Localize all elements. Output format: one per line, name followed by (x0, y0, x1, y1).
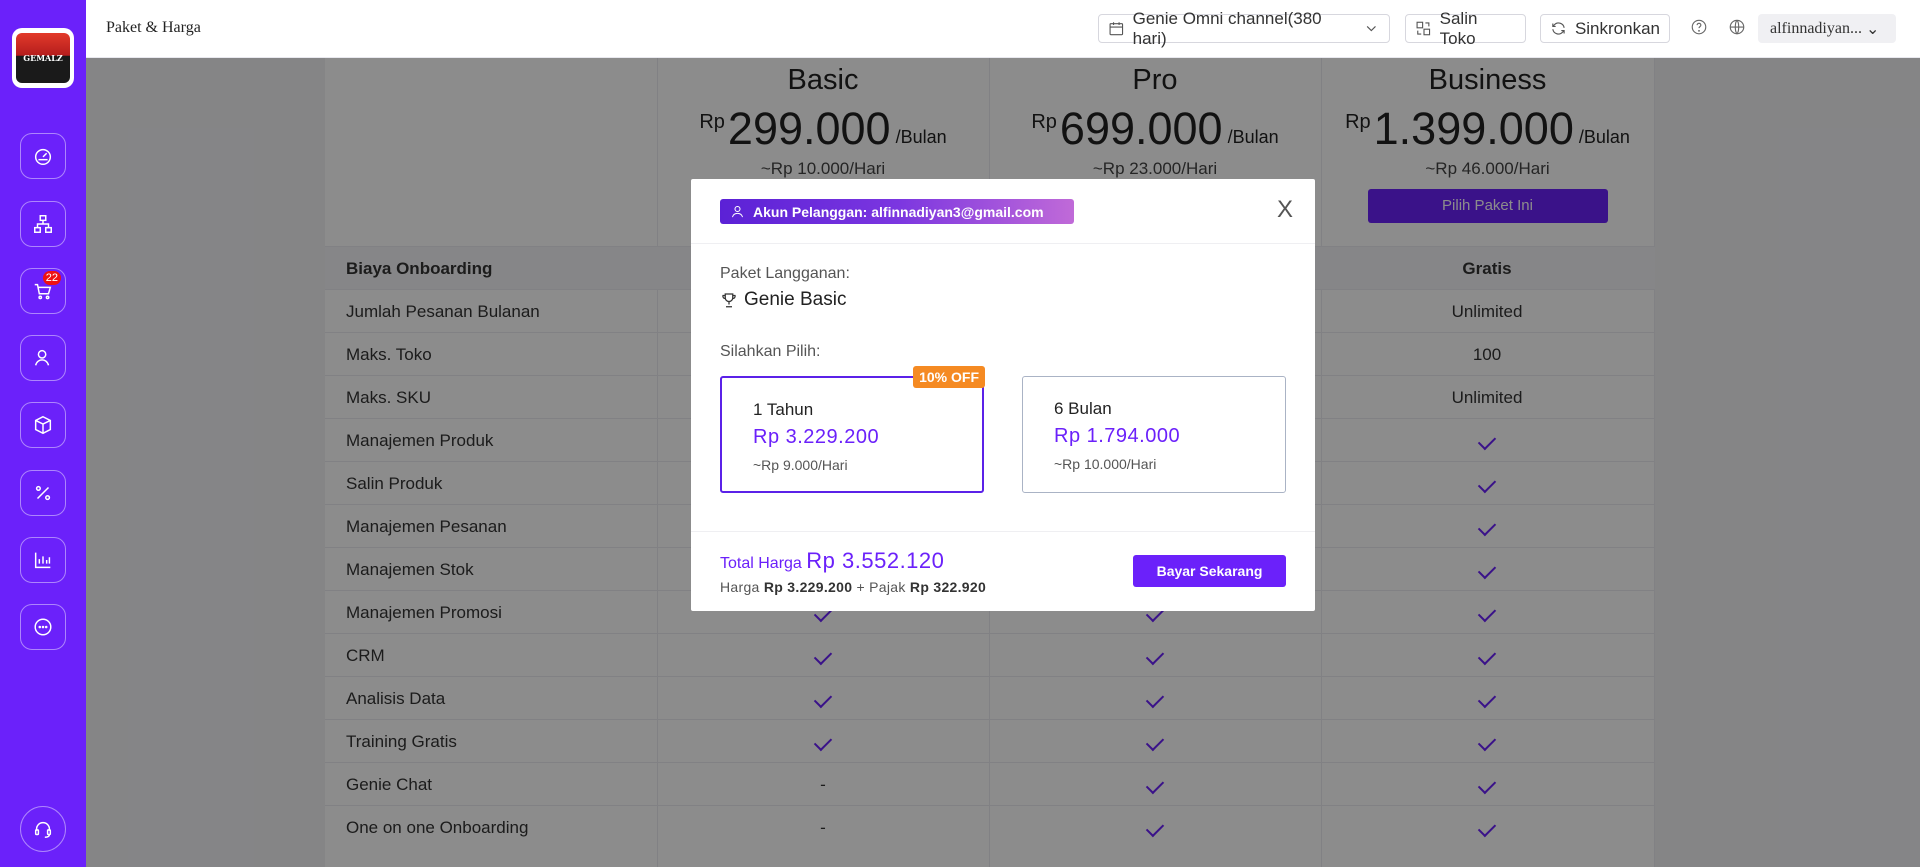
subscription-modal: Akun Pelanggan: alfinnadiyan3@gmail.com … (691, 179, 1315, 611)
price-value: Rp 3.229.200 (763, 579, 853, 595)
nav-structure[interactable] (20, 201, 66, 247)
nav-support[interactable] (20, 806, 66, 852)
user-icon (34, 349, 50, 366)
nav-promotions[interactable] (20, 470, 66, 516)
pay-now-button[interactable]: Bayar Sekarang (1133, 555, 1286, 587)
page-title: Paket & Harga (106, 19, 201, 36)
chat-icon (34, 618, 52, 636)
modal-header: Akun Pelanggan: alfinnadiyan3@gmail.com … (691, 179, 1315, 244)
modal-footer: Total Harga Rp 3.552.120 Harga Rp 3.229.… (691, 531, 1315, 611)
option-price: Rp 1.794.000 (1054, 425, 1181, 447)
calendar-icon (1109, 22, 1124, 36)
cart-count-badge: 22 (42, 271, 61, 285)
customer-account-label: Akun Pelanggan: alfinnadiyan3@gmail.com (753, 203, 1044, 220)
plus-sign: + (856, 579, 865, 595)
option-daily-price: ~Rp 10.000/Hari (1054, 456, 1157, 472)
price-label: Harga (720, 579, 760, 595)
discount-badge: 10% OFF (913, 366, 985, 388)
help-button[interactable] (1690, 18, 1710, 38)
globe-icon (1729, 19, 1745, 35)
tax-label: Pajak (869, 579, 906, 595)
user-menu[interactable]: alfinnadiyan... ⌄ (1758, 14, 1896, 43)
copy-shop-icon (1416, 21, 1431, 36)
option-6-months[interactable]: 6 Bulan Rp 1.794.000 ~Rp 10.000/Hari (1022, 376, 1286, 493)
total-label: Total Harga (720, 555, 802, 572)
sync-button[interactable]: Sinkronkan (1540, 14, 1670, 43)
copy-shop-button[interactable]: Salin Toko (1405, 9, 1526, 48)
nav-products[interactable] (20, 402, 66, 448)
option-price: Rp 3.229.200 (753, 426, 880, 448)
trophy-icon (722, 293, 736, 308)
choose-label: Silahkan Pilih: (720, 343, 821, 360)
price-breakdown: Harga Rp 3.229.200 + Pajak Rp 322.920 (720, 579, 986, 595)
customer-account-chip: Akun Pelanggan: alfinnadiyan3@gmail.com (720, 199, 1074, 224)
tax-value: Rp 322.920 (909, 579, 987, 595)
chevron-down-icon (1367, 26, 1377, 32)
nav-customers[interactable] (20, 335, 66, 381)
hierarchy-icon (34, 215, 52, 233)
headset-icon (34, 821, 52, 838)
channel-select-value: Genie Omni channel(380 hari) (1132, 8, 1322, 48)
package-label: Paket Langganan: (720, 265, 850, 282)
percent-icon (35, 485, 51, 501)
user-name: alfinnadiyan... (1770, 19, 1862, 37)
package-name: Genie Basic (720, 289, 846, 311)
chevron-down-icon: ⌄ (1865, 20, 1880, 38)
option-daily-price: ~Rp 9.000/Hari (753, 457, 848, 473)
total-value: Rp 3.552.120 (806, 548, 945, 573)
sidebar: GEMALZ 22 (0, 0, 86, 867)
package-name-text: Genie Basic (744, 289, 847, 310)
channel-select[interactable]: Genie Omni channel(380 hari) (1098, 9, 1390, 48)
close-button[interactable]: X (1277, 198, 1293, 222)
help-icon (1691, 19, 1707, 35)
language-button[interactable] (1728, 18, 1748, 38)
box-icon (34, 415, 52, 435)
nav-dashboard[interactable] (20, 133, 66, 179)
copy-shop-label: Salin Toko (1439, 8, 1478, 48)
speedometer-icon (34, 148, 52, 165)
nav-analytics[interactable] (20, 537, 66, 583)
user-icon (731, 205, 744, 218)
top-header: Paket & Harga Genie Omni channel(380 har… (86, 0, 1920, 58)
option-1-year[interactable]: 1 Tahun Rp 3.229.200 ~Rp 9.000/Hari 10% … (720, 366, 985, 493)
option-name: 6 Bulan (1054, 399, 1112, 418)
logo-mark: GEMALZ (16, 33, 70, 83)
app-logo[interactable]: GEMALZ (12, 28, 74, 88)
nav-chat[interactable] (20, 604, 66, 650)
bar-chart-icon (34, 552, 51, 569)
refresh-icon (1552, 22, 1565, 35)
nav-orders[interactable]: 22 (20, 268, 66, 314)
sync-label: Sinkronkan (1574, 18, 1660, 38)
option-name: 1 Tahun (753, 400, 814, 419)
total-price: Total Harga Rp 3.552.120 (720, 548, 944, 574)
